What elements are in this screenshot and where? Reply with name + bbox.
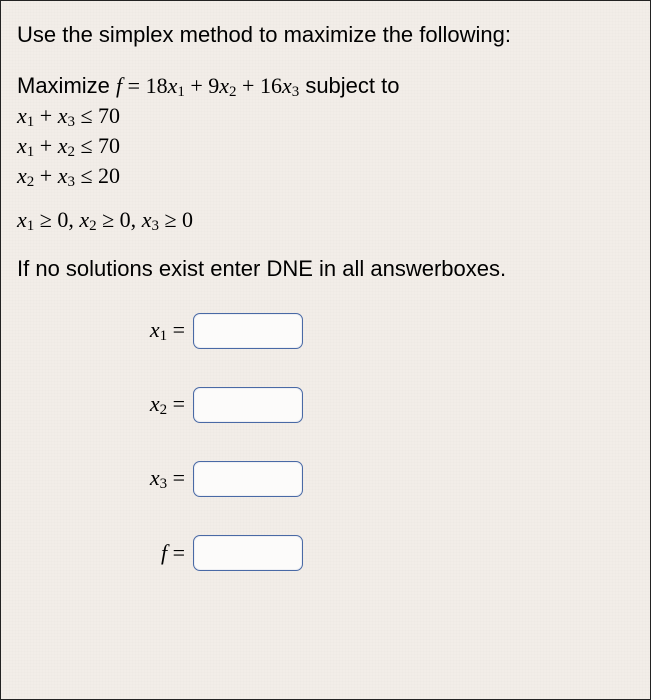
answer-input-x3[interactable] bbox=[193, 461, 303, 497]
answer-input-x2[interactable] bbox=[193, 387, 303, 423]
dne-instruction: If no solutions exist enter DNE in all a… bbox=[17, 255, 634, 284]
answer-row-x2: x2 = bbox=[127, 387, 634, 423]
constraint-3: x2 + x3 ≤ 20 bbox=[17, 162, 634, 192]
objective-expression: 18x1 + 9x2 + 16x3 bbox=[146, 73, 300, 98]
answer-label-x2: x2 = bbox=[127, 391, 193, 419]
answers-section: x1 = x2 = x3 = f = bbox=[17, 313, 634, 571]
answer-input-x1[interactable] bbox=[193, 313, 303, 349]
constraint-2: x1 + x2 ≤ 70 bbox=[17, 132, 634, 162]
answer-row-x1: x1 = bbox=[127, 313, 634, 349]
answer-label-x1: x1 = bbox=[127, 317, 193, 345]
question-intro: Use the simplex method to maximize the f… bbox=[17, 21, 634, 50]
objective-line: Maximize f = 18x1 + 9x2 + 16x3 subject t… bbox=[17, 72, 634, 102]
answer-input-f[interactable] bbox=[193, 535, 303, 571]
answer-label-f: f = bbox=[127, 540, 193, 566]
nonnegativity: x1 ≥ 0, x2 ≥ 0, x3 ≥ 0 bbox=[17, 206, 634, 236]
answer-row-x3: x3 = bbox=[127, 461, 634, 497]
constraint-1: x1 + x3 ≤ 70 bbox=[17, 102, 634, 132]
problem-statement: Maximize f = 18x1 + 9x2 + 16x3 subject t… bbox=[17, 72, 634, 237]
answer-label-x3: x3 = bbox=[127, 465, 193, 493]
answer-row-f: f = bbox=[127, 535, 634, 571]
